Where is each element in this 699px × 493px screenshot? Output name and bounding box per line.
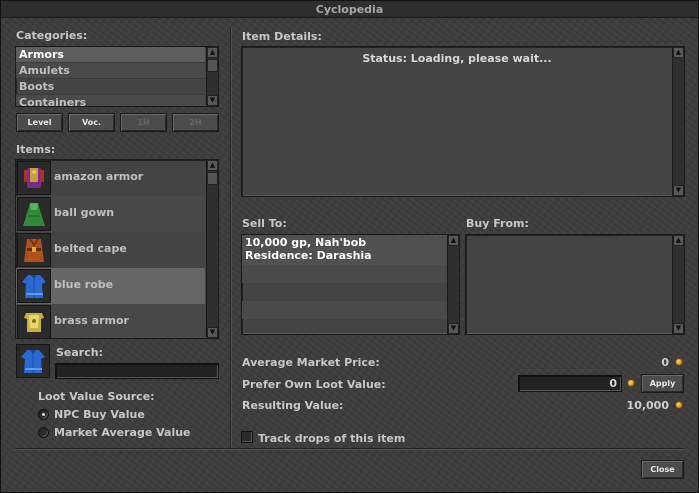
search-label: Search: bbox=[56, 346, 103, 359]
item-name: brass armor bbox=[54, 314, 129, 327]
filter-level-button[interactable]: Level bbox=[16, 113, 63, 132]
gold-coin-icon bbox=[627, 379, 635, 387]
gold-coin-icon bbox=[675, 358, 683, 366]
scroll-up-icon[interactable]: ▲ bbox=[673, 47, 684, 58]
track-drops-checkbox[interactable] bbox=[241, 431, 253, 443]
belted-cape-icon bbox=[17, 233, 51, 267]
scroll-up-icon[interactable]: ▲ bbox=[207, 47, 218, 58]
average-market-price-value: 0 bbox=[661, 356, 669, 369]
market-average-label[interactable]: Market Average Value bbox=[54, 426, 191, 439]
list-row bbox=[242, 283, 447, 301]
sell-to-list[interactable]: 10,000 gp, Nah'bob Residence: Darashia ▲… bbox=[241, 234, 460, 335]
category-item-armors[interactable]: Armors bbox=[16, 47, 205, 63]
footer-divider bbox=[15, 448, 685, 450]
sell-to-entry-price: 10,000 gp, Nah'bob bbox=[245, 236, 367, 249]
prefer-own-loot-value-input[interactable] bbox=[518, 375, 622, 392]
item-row-ball-gown[interactable]: ball gown bbox=[16, 196, 205, 232]
details-scrollbar[interactable]: ▲ ▼ bbox=[672, 47, 684, 196]
item-name: blue robe bbox=[54, 278, 114, 291]
items-scrollbar[interactable]: ▲ ▼ bbox=[206, 160, 218, 338]
search-input[interactable] bbox=[55, 363, 219, 379]
list-row bbox=[242, 265, 447, 283]
cyclopedia-window: Cyclopedia Categories: Armors Amulets Bo… bbox=[0, 0, 699, 493]
scroll-up-icon[interactable]: ▲ bbox=[207, 160, 218, 171]
filter-vocation-button[interactable]: Voc. bbox=[68, 113, 115, 132]
item-row-blue-robe[interactable]: blue robe bbox=[16, 268, 205, 304]
sell-to-label: Sell To: bbox=[242, 217, 287, 230]
resulting-value: 10,000 bbox=[626, 399, 669, 412]
npc-buy-radio[interactable] bbox=[38, 409, 49, 420]
item-name: belted cape bbox=[54, 242, 127, 255]
average-market-price-label: Average Market Price: bbox=[242, 356, 380, 369]
market-average-radio[interactable] bbox=[38, 427, 49, 438]
track-drops-label[interactable]: Track drops of this item bbox=[258, 432, 405, 445]
categories-scrollbar[interactable]: ▲ ▼ bbox=[206, 47, 218, 106]
items-list[interactable]: amazon armor ball gown belted cape blue … bbox=[15, 159, 219, 339]
scroll-down-icon[interactable]: ▼ bbox=[448, 323, 459, 334]
categories-list[interactable]: Armors Amulets Boots Containers ▲ ▼ bbox=[15, 46, 219, 107]
item-name: amazon armor bbox=[54, 170, 144, 183]
categories-label: Categories: bbox=[16, 29, 88, 42]
item-name: ball gown bbox=[54, 206, 115, 219]
items-label: Items: bbox=[16, 143, 56, 156]
sell-to-entry[interactable]: 10,000 gp, Nah'bob Residence: Darashia bbox=[242, 235, 447, 265]
item-details-label: Item Details: bbox=[242, 30, 322, 43]
sell-to-entry-residence: Residence: Darashia bbox=[245, 249, 372, 262]
blue-robe-icon bbox=[17, 269, 51, 303]
close-button[interactable]: Close bbox=[641, 460, 684, 479]
ball-gown-icon bbox=[17, 197, 51, 231]
item-row-belted-cape[interactable]: belted cape bbox=[16, 232, 205, 268]
category-item-boots[interactable]: Boots bbox=[16, 79, 205, 95]
scroll-down-icon[interactable]: ▼ bbox=[207, 327, 218, 338]
npc-buy-label[interactable]: NPC Buy Value bbox=[54, 408, 145, 421]
scroll-up-icon[interactable]: ▲ bbox=[673, 235, 684, 246]
apply-button[interactable]: Apply bbox=[641, 374, 684, 393]
scroll-down-icon[interactable]: ▼ bbox=[207, 95, 218, 106]
selected-item-preview-icon bbox=[16, 344, 50, 378]
window-title: Cyclopedia bbox=[1, 1, 698, 18]
filter-two-hand-button[interactable]: 2H bbox=[172, 113, 219, 132]
item-details-panel: Status: Loading, please wait... ▲ ▼ bbox=[241, 46, 685, 197]
scroll-down-icon[interactable]: ▼ bbox=[673, 185, 684, 196]
buy-from-scrollbar[interactable]: ▲ ▼ bbox=[672, 235, 684, 334]
scroll-down-icon[interactable]: ▼ bbox=[673, 323, 684, 334]
sell-to-scrollbar[interactable]: ▲ ▼ bbox=[447, 235, 459, 334]
prefer-own-loot-value-label: Prefer Own Loot Value: bbox=[242, 378, 386, 391]
item-row-amazon-armor[interactable]: amazon armor bbox=[16, 160, 205, 196]
item-row-brass-armor[interactable]: brass armor bbox=[16, 304, 205, 338]
category-item-amulets[interactable]: Amulets bbox=[16, 63, 205, 79]
status-text: Status: Loading, please wait... bbox=[362, 52, 552, 65]
gold-coin-icon bbox=[675, 401, 683, 409]
scroll-up-icon[interactable]: ▲ bbox=[448, 235, 459, 246]
category-item-containers[interactable]: Containers bbox=[16, 95, 205, 106]
brass-armor-icon bbox=[17, 305, 51, 338]
amazon-armor-icon bbox=[17, 161, 51, 195]
buy-from-list[interactable]: ▲ ▼ bbox=[465, 234, 685, 335]
list-row bbox=[242, 301, 447, 319]
resulting-value-label: Resulting Value: bbox=[242, 399, 344, 412]
filter-one-hand-button[interactable]: 1H bbox=[120, 113, 167, 132]
buy-from-label: Buy From: bbox=[466, 217, 529, 230]
loot-value-source-label: Loot Value Source: bbox=[38, 390, 155, 403]
scroll-thumb[interactable] bbox=[207, 172, 218, 185]
scroll-thumb[interactable] bbox=[207, 59, 218, 72]
column-divider bbox=[230, 27, 232, 448]
list-row bbox=[242, 319, 447, 334]
